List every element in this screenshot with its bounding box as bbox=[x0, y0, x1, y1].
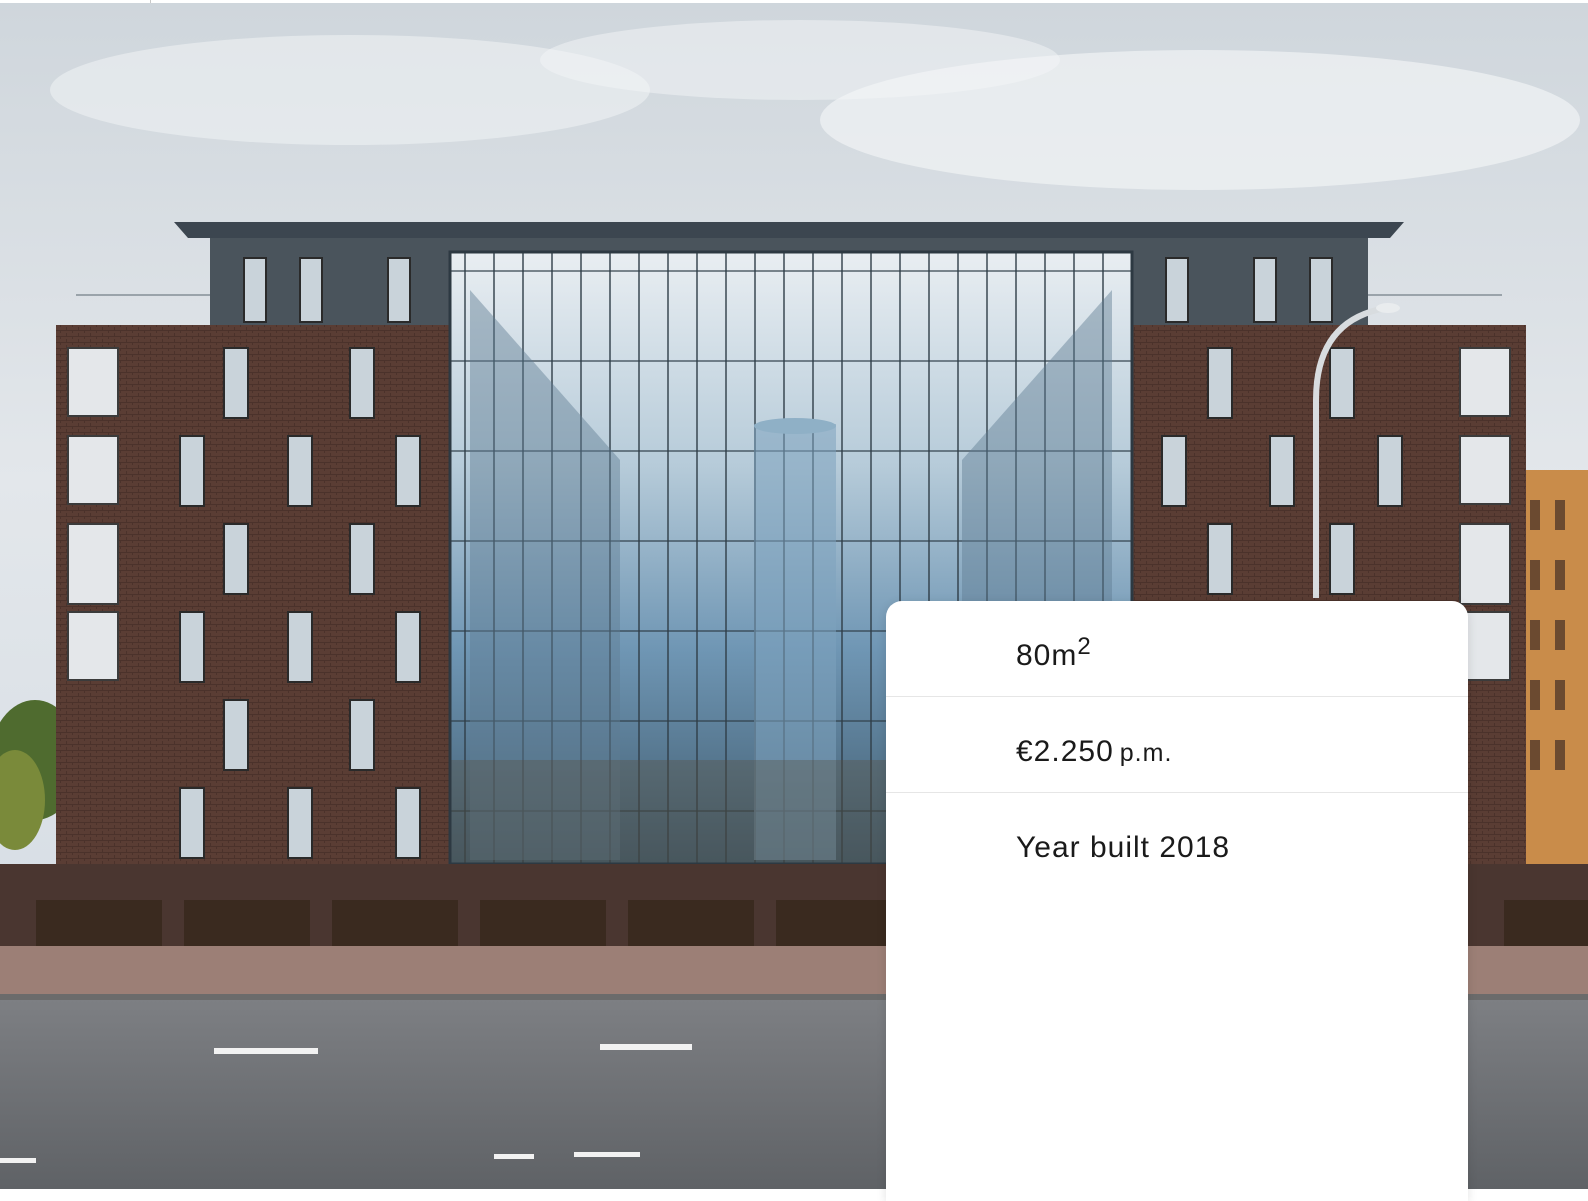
area-row: 80m2 bbox=[886, 601, 1468, 697]
top-edge-strip bbox=[0, 0, 1588, 3]
price-row: €2.250 p.m. bbox=[886, 697, 1468, 793]
area-text: 80m2 bbox=[1016, 635, 1092, 673]
price-text: €2.250 p.m. bbox=[1016, 735, 1172, 769]
top-edge-tick bbox=[150, 0, 151, 3]
year-built-text: Year built 2018 bbox=[1016, 831, 1231, 864]
year-built-row: Year built 2018 bbox=[886, 793, 1468, 889]
price-value: €2.250 bbox=[1016, 735, 1114, 768]
area-value: 80m bbox=[1016, 639, 1078, 672]
price-suffix: p.m. bbox=[1119, 739, 1173, 767]
listing-info-card: 80m2 €2.250 p.m. Year built 2018 bbox=[886, 601, 1468, 1201]
area-unit-exponent: 2 bbox=[1077, 633, 1092, 660]
